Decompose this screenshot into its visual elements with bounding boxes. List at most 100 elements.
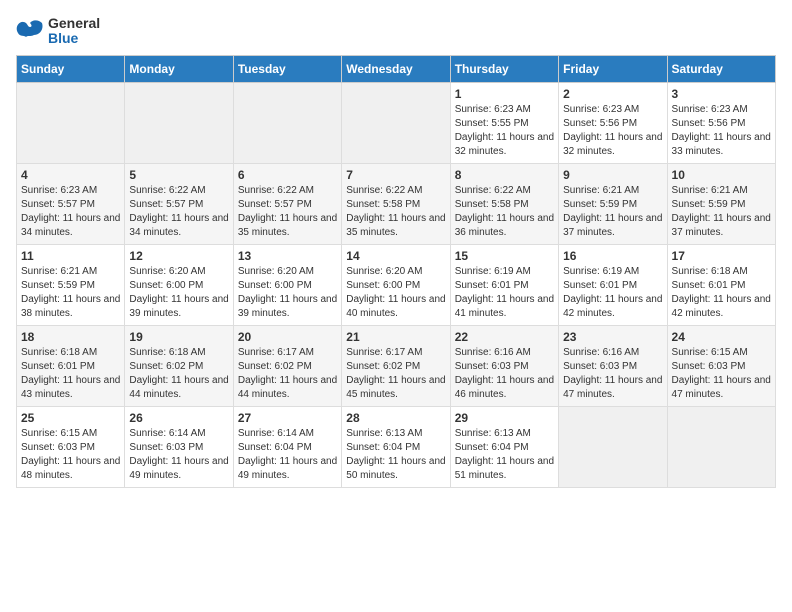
calendar-cell: 22 Sunrise: 6:16 AMSunset: 6:03 PMDayligh… <box>450 325 558 406</box>
day-info: Sunrise: 6:23 AMSunset: 5:55 PMDaylight:… <box>455 103 554 159</box>
day-number: 10 <box>672 168 771 182</box>
day-number: 12 <box>129 249 228 263</box>
calendar-cell <box>667 406 775 487</box>
day-number: 23 <box>563 330 662 344</box>
logo: General Blue <box>16 16 100 47</box>
day-info: Sunrise: 6:16 AMSunset: 6:03 PMDaylight:… <box>563 346 662 402</box>
calendar-cell: 27 Sunrise: 6:14 AMSunset: 6:04 PMDayligh… <box>233 406 341 487</box>
day-info: Sunrise: 6:21 AMSunset: 5:59 PMDaylight:… <box>21 265 120 321</box>
calendar-cell: 5 Sunrise: 6:22 AMSunset: 5:57 PMDaylight… <box>125 163 233 244</box>
day-info: Sunrise: 6:23 AMSunset: 5:56 PMDaylight:… <box>672 103 771 159</box>
calendar-cell: 11 Sunrise: 6:21 AMSunset: 5:59 PMDayligh… <box>17 244 125 325</box>
day-number: 5 <box>129 168 228 182</box>
header-row: SundayMondayTuesdayWednesdayThursdayFrid… <box>17 55 776 82</box>
day-info: Sunrise: 6:17 AMSunset: 6:02 PMDaylight:… <box>346 346 445 402</box>
logo-blue-text: Blue <box>48 31 100 46</box>
header-day-friday: Friday <box>559 55 667 82</box>
day-info: Sunrise: 6:19 AMSunset: 6:01 PMDaylight:… <box>455 265 554 321</box>
day-number: 7 <box>346 168 445 182</box>
calendar-cell: 20 Sunrise: 6:17 AMSunset: 6:02 PMDayligh… <box>233 325 341 406</box>
day-number: 27 <box>238 411 337 425</box>
day-number: 19 <box>129 330 228 344</box>
calendar-cell: 23 Sunrise: 6:16 AMSunset: 6:03 PMDayligh… <box>559 325 667 406</box>
day-number: 21 <box>346 330 445 344</box>
day-number: 6 <box>238 168 337 182</box>
day-number: 14 <box>346 249 445 263</box>
calendar-cell <box>17 82 125 163</box>
calendar-cell: 15 Sunrise: 6:19 AMSunset: 6:01 PMDayligh… <box>450 244 558 325</box>
calendar-body: 1 Sunrise: 6:23 AMSunset: 5:55 PMDaylight… <box>17 82 776 487</box>
calendar-cell: 9 Sunrise: 6:21 AMSunset: 5:59 PMDaylight… <box>559 163 667 244</box>
calendar-cell: 26 Sunrise: 6:14 AMSunset: 6:03 PMDayligh… <box>125 406 233 487</box>
calendar-week-2: 4 Sunrise: 6:23 AMSunset: 5:57 PMDaylight… <box>17 163 776 244</box>
day-number: 16 <box>563 249 662 263</box>
calendar-cell: 1 Sunrise: 6:23 AMSunset: 5:55 PMDaylight… <box>450 82 558 163</box>
calendar-week-5: 25 Sunrise: 6:15 AMSunset: 6:03 PMDayligh… <box>17 406 776 487</box>
day-info: Sunrise: 6:15 AMSunset: 6:03 PMDaylight:… <box>21 427 120 483</box>
header-day-monday: Monday <box>125 55 233 82</box>
day-info: Sunrise: 6:18 AMSunset: 6:01 PMDaylight:… <box>21 346 120 402</box>
day-number: 24 <box>672 330 771 344</box>
day-info: Sunrise: 6:22 AMSunset: 5:57 PMDaylight:… <box>129 184 228 240</box>
day-info: Sunrise: 6:16 AMSunset: 6:03 PMDaylight:… <box>455 346 554 402</box>
day-number: 2 <box>563 87 662 101</box>
calendar-cell <box>125 82 233 163</box>
calendar-cell: 10 Sunrise: 6:21 AMSunset: 5:59 PMDayligh… <box>667 163 775 244</box>
day-info: Sunrise: 6:22 AMSunset: 5:57 PMDaylight:… <box>238 184 337 240</box>
day-number: 9 <box>563 168 662 182</box>
day-info: Sunrise: 6:22 AMSunset: 5:58 PMDaylight:… <box>346 184 445 240</box>
day-info: Sunrise: 6:21 AMSunset: 5:59 PMDaylight:… <box>563 184 662 240</box>
day-info: Sunrise: 6:23 AMSunset: 5:56 PMDaylight:… <box>563 103 662 159</box>
calendar-week-3: 11 Sunrise: 6:21 AMSunset: 5:59 PMDayligh… <box>17 244 776 325</box>
logo-container: General Blue <box>16 16 100 47</box>
header-day-saturday: Saturday <box>667 55 775 82</box>
day-info: Sunrise: 6:20 AMSunset: 6:00 PMDaylight:… <box>129 265 228 321</box>
day-number: 13 <box>238 249 337 263</box>
day-info: Sunrise: 6:19 AMSunset: 6:01 PMDaylight:… <box>563 265 662 321</box>
calendar-table: SundayMondayTuesdayWednesdayThursdayFrid… <box>16 55 776 488</box>
day-info: Sunrise: 6:13 AMSunset: 6:04 PMDaylight:… <box>455 427 554 483</box>
day-info: Sunrise: 6:14 AMSunset: 6:03 PMDaylight:… <box>129 427 228 483</box>
calendar-cell: 28 Sunrise: 6:13 AMSunset: 6:04 PMDayligh… <box>342 406 450 487</box>
calendar-cell: 12 Sunrise: 6:20 AMSunset: 6:00 PMDayligh… <box>125 244 233 325</box>
day-info: Sunrise: 6:22 AMSunset: 5:58 PMDaylight:… <box>455 184 554 240</box>
day-info: Sunrise: 6:14 AMSunset: 6:04 PMDaylight:… <box>238 427 337 483</box>
day-info: Sunrise: 6:23 AMSunset: 5:57 PMDaylight:… <box>21 184 120 240</box>
calendar-week-1: 1 Sunrise: 6:23 AMSunset: 5:55 PMDaylight… <box>17 82 776 163</box>
day-number: 1 <box>455 87 554 101</box>
header-day-tuesday: Tuesday <box>233 55 341 82</box>
calendar-cell: 2 Sunrise: 6:23 AMSunset: 5:56 PMDaylight… <box>559 82 667 163</box>
header: General Blue <box>16 16 776 47</box>
calendar-cell: 25 Sunrise: 6:15 AMSunset: 6:03 PMDayligh… <box>17 406 125 487</box>
calendar-cell: 18Sunrise: 6:18 AMSunset: 6:01 PMDayligh… <box>17 325 125 406</box>
day-number: 26 <box>129 411 228 425</box>
day-info: Sunrise: 6:21 AMSunset: 5:59 PMDaylight:… <box>672 184 771 240</box>
day-number: 29 <box>455 411 554 425</box>
day-number: 28 <box>346 411 445 425</box>
day-info: Sunrise: 6:20 AMSunset: 6:00 PMDaylight:… <box>238 265 337 321</box>
day-info: Sunrise: 6:15 AMSunset: 6:03 PMDaylight:… <box>672 346 771 402</box>
calendar-week-4: 18Sunrise: 6:18 AMSunset: 6:01 PMDayligh… <box>17 325 776 406</box>
day-info: Sunrise: 6:17 AMSunset: 6:02 PMDaylight:… <box>238 346 337 402</box>
calendar-cell: 4 Sunrise: 6:23 AMSunset: 5:57 PMDaylight… <box>17 163 125 244</box>
day-info: Sunrise: 6:18 AMSunset: 6:01 PMDaylight:… <box>672 265 771 321</box>
day-number: 15 <box>455 249 554 263</box>
day-info: Sunrise: 6:20 AMSunset: 6:00 PMDaylight:… <box>346 265 445 321</box>
day-number: 4 <box>21 168 120 182</box>
day-number: 8 <box>455 168 554 182</box>
calendar-cell <box>559 406 667 487</box>
day-number: 22 <box>455 330 554 344</box>
day-number: 20 <box>238 330 337 344</box>
day-number: 25 <box>21 411 120 425</box>
calendar-cell: 17Sunrise: 6:18 AMSunset: 6:01 PMDayligh… <box>667 244 775 325</box>
logo-icon <box>16 17 44 45</box>
calendar-cell: 14 Sunrise: 6:20 AMSunset: 6:00 PMDayligh… <box>342 244 450 325</box>
calendar-cell: 29 Sunrise: 6:13 AMSunset: 6:04 PMDayligh… <box>450 406 558 487</box>
day-number: 11 <box>21 249 120 263</box>
calendar-cell: 24 Sunrise: 6:15 AMSunset: 6:03 PMDayligh… <box>667 325 775 406</box>
calendar-cell: 16 Sunrise: 6:19 AMSunset: 6:01 PMDayligh… <box>559 244 667 325</box>
day-info: Sunrise: 6:13 AMSunset: 6:04 PMDaylight:… <box>346 427 445 483</box>
calendar-cell <box>342 82 450 163</box>
calendar-header: SundayMondayTuesdayWednesdayThursdayFrid… <box>17 55 776 82</box>
day-number: 3 <box>672 87 771 101</box>
